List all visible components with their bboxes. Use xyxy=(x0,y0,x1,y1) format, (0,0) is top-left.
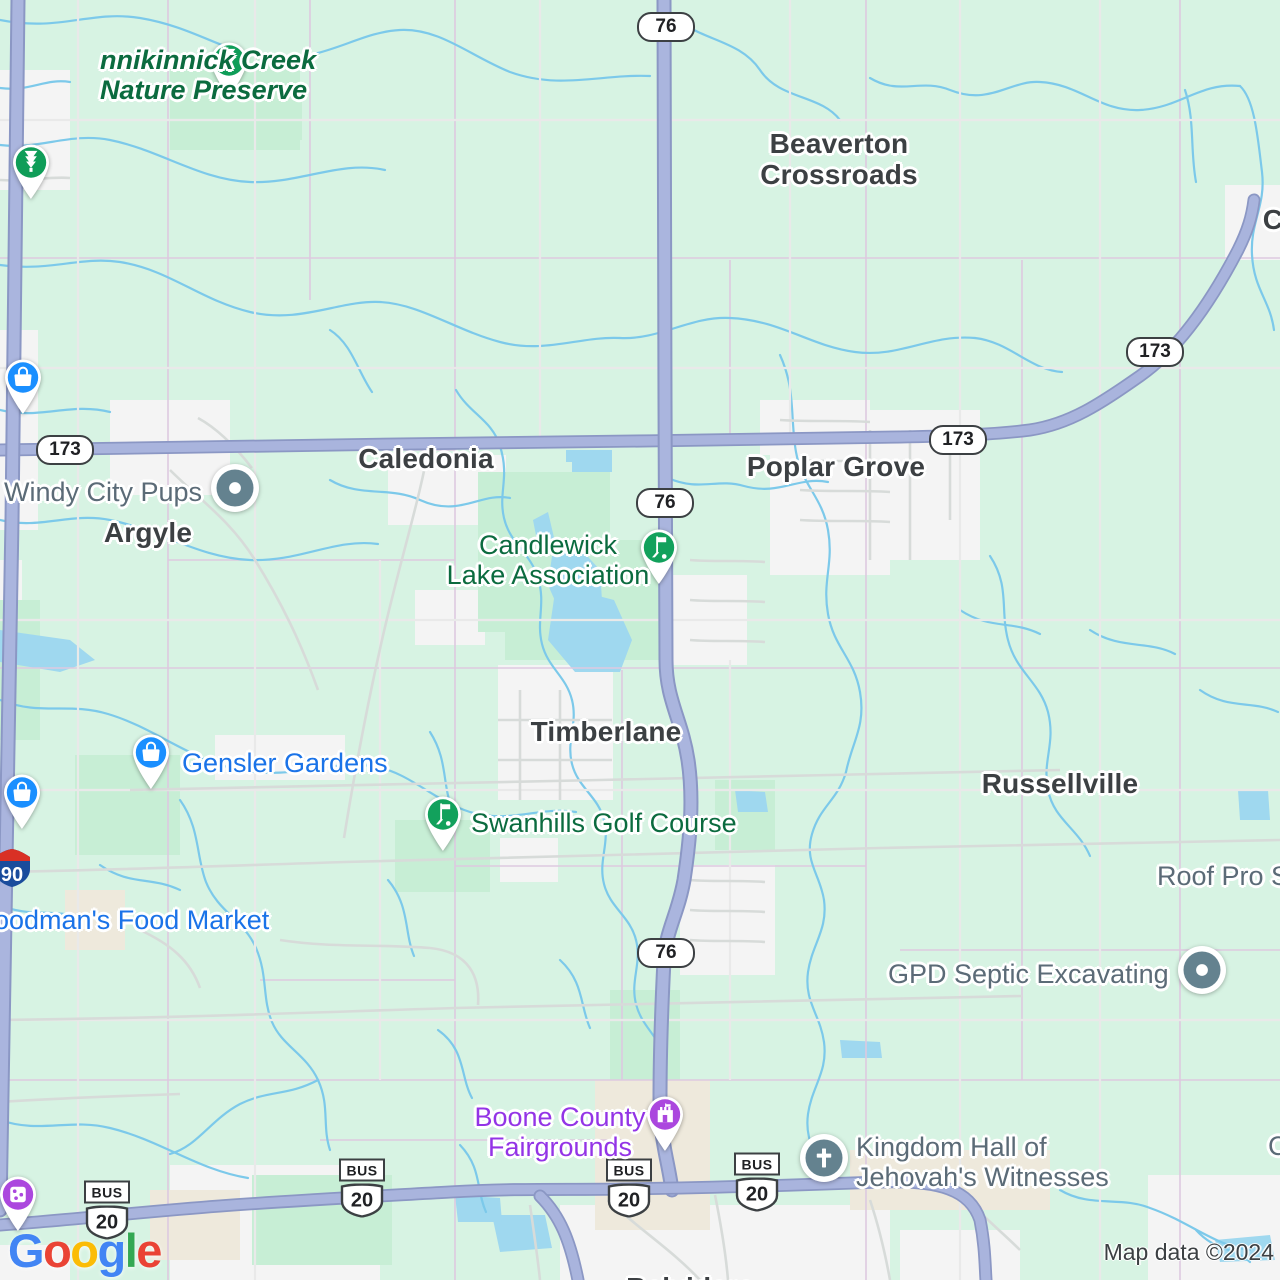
logo-letter-0: G xyxy=(8,1224,45,1277)
shopping-bag-icon xyxy=(0,355,46,415)
church-cross-icon xyxy=(798,1132,850,1184)
logo-letter-2: o xyxy=(70,1224,99,1277)
logo-letter-3: g xyxy=(97,1224,127,1277)
shop-pin-northwest[interactable] xyxy=(0,355,46,415)
park-tree-icon xyxy=(206,38,252,98)
google-logo: Google xyxy=(8,1223,162,1278)
shopping-bag-icon xyxy=(0,770,45,830)
castle-attraction-icon xyxy=(642,1092,688,1152)
golf-icon xyxy=(420,792,466,852)
swanhills-golf-course-pin[interactable] xyxy=(420,792,466,852)
logo-letter-5: e xyxy=(136,1224,162,1277)
kinnikinnick-creek-preserve-pin[interactable] xyxy=(206,38,252,98)
generic-dot-icon xyxy=(1176,944,1228,996)
park-tree-icon xyxy=(8,140,54,200)
windy-city-pups-pin[interactable] xyxy=(209,462,261,514)
logo-letter-4: l xyxy=(124,1224,138,1277)
boone-county-fairgrounds-pin[interactable] xyxy=(642,1092,688,1152)
gpd-septic-excavating-pin[interactable] xyxy=(1176,944,1228,996)
gensler-gardens-pin[interactable] xyxy=(128,730,174,790)
kingdom-hall-pin[interactable] xyxy=(798,1132,850,1184)
logo-letter-1: o xyxy=(43,1224,72,1277)
shop-pin-southwest[interactable] xyxy=(0,770,45,830)
basemap-layer: .land{fill:#d7f3e3;} .urban{fill:#f4f4f4… xyxy=(0,0,1280,1280)
shopping-bag-icon xyxy=(128,730,174,790)
park-pin-west[interactable] xyxy=(8,140,54,200)
map-canvas[interactable]: .land{fill:#d7f3e3;} .urban{fill:#f4f4f4… xyxy=(0,0,1280,1280)
generic-dot-icon xyxy=(209,462,261,514)
candlewick-lake-pin[interactable] xyxy=(636,525,682,585)
golf-icon xyxy=(636,525,682,585)
map-attribution: Map data ©2024 xyxy=(1103,1239,1274,1265)
